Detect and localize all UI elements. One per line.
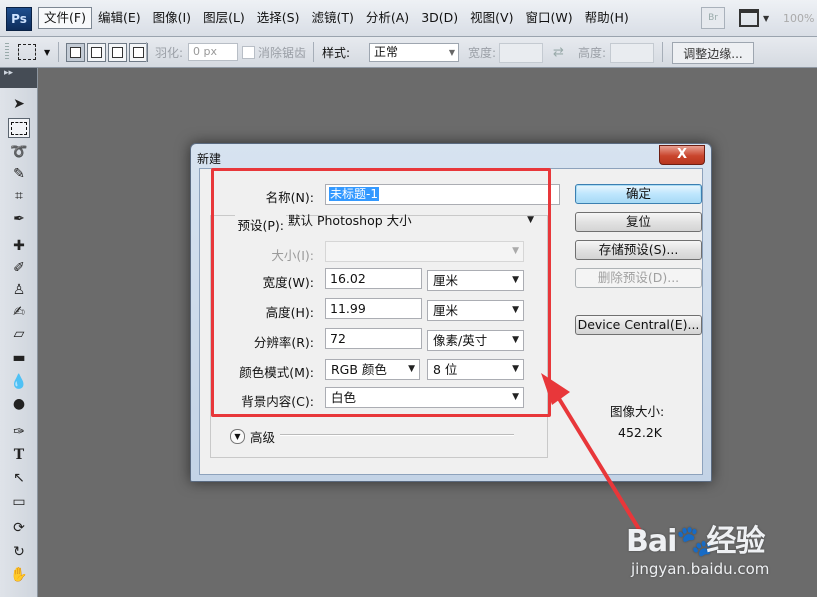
baidu-logo-text-a: Bai bbox=[626, 524, 677, 559]
baidu-logo: Bai🐾经验 bbox=[626, 516, 765, 560]
annotation-arrow bbox=[541, 373, 644, 536]
baidu-url: jingyan.baidu.com bbox=[631, 560, 770, 578]
baidu-logo-text-b: 经验 bbox=[706, 524, 765, 559]
paw-icon: 🐾 bbox=[676, 524, 713, 559]
baidu-watermark: Bai🐾经验 jingyan.baidu.com bbox=[626, 516, 816, 594]
